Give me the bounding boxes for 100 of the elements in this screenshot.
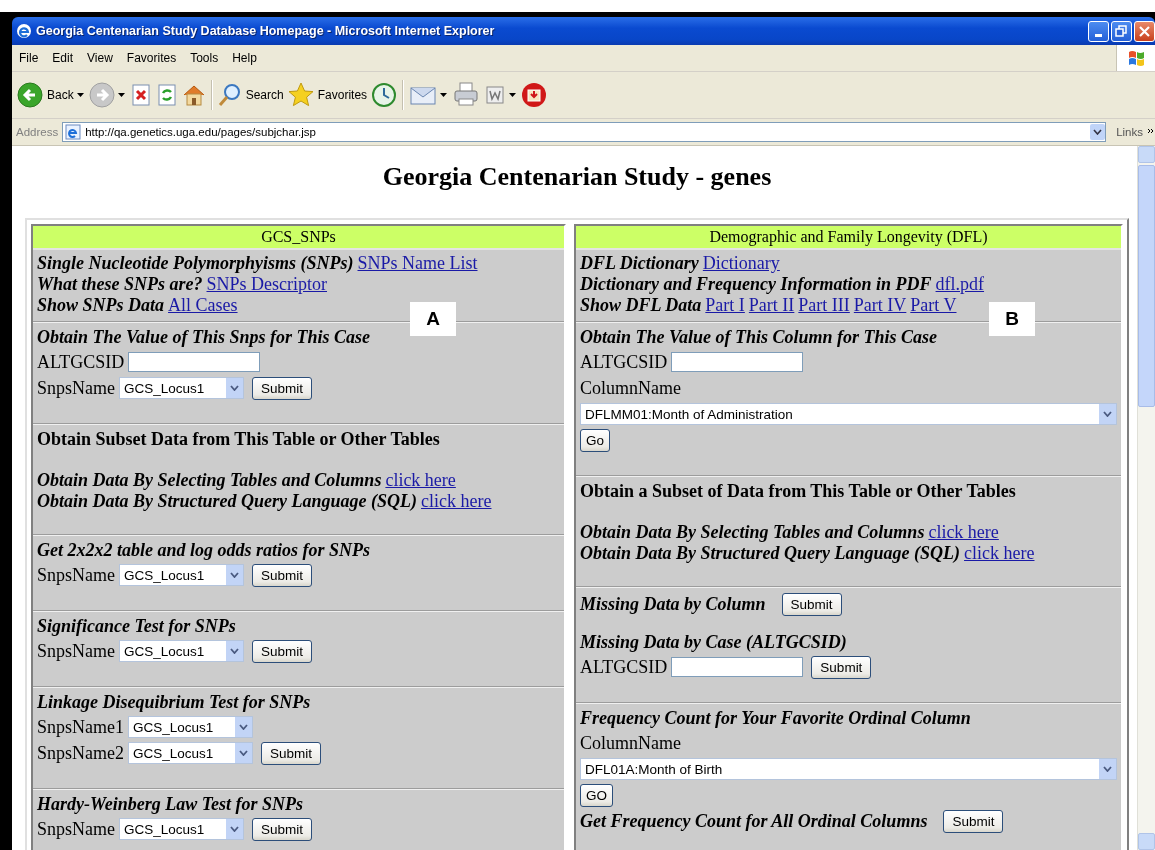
menu-item[interactable]: View <box>80 51 120 65</box>
address-field[interactable]: http://qa.genetics.uga.edu/pages/subjchar.jsp <box>62 122 1107 142</box>
page-e-icon <box>65 124 82 140</box>
input-field[interactable] <box>671 352 804 372</box>
link[interactable]: Part I <box>705 295 745 315</box>
link[interactable]: Part IV <box>853 295 907 315</box>
link[interactable]: dfl.pdf <box>935 274 985 294</box>
chevron-icon[interactable] <box>1147 128 1155 136</box>
menu-item[interactable]: Edit <box>45 51 81 65</box>
windows-flag-icon <box>1127 49 1145 67</box>
input-field[interactable] <box>128 352 261 372</box>
marker-label: B <box>989 302 1035 336</box>
page-title: Georgia Centenarian Study - genes <box>381 162 773 192</box>
panel-header: Demographic and Family Longevity (DFL) <box>576 226 1121 250</box>
submit-button[interactable]: Submit <box>252 639 313 663</box>
printer-icon <box>452 81 481 109</box>
info-line: DFL Dictionary Dictionary <box>580 253 781 274</box>
field-label: ALTGCSID <box>580 351 668 373</box>
menu-item[interactable]: Help <box>225 51 264 65</box>
link[interactable]: click here <box>964 543 1035 563</box>
dropdown[interactable]: GCS_Locus1 <box>119 377 244 399</box>
scrollbar[interactable] <box>1137 146 1155 850</box>
info-line: Dictionary and Frequency Information in PDF dfl.pdf <box>580 274 986 295</box>
section-heading: Obtain The Value of This Column for This Case <box>580 326 939 349</box>
field-label: ColumnName <box>580 732 681 754</box>
info-line: Show DFL Data Part I Part II Part III Part IV Part V <box>580 295 958 316</box>
submit-button[interactable]: Submit <box>252 376 313 400</box>
link[interactable]: All Cases <box>168 295 238 315</box>
info-line: Obtain Data By Selecting Tables and Columns click here <box>580 522 1000 543</box>
marker-label: A <box>410 302 456 336</box>
submit-button[interactable]: Submit <box>261 741 322 765</box>
close-button[interactable] <box>1134 20 1155 42</box>
info-line: Show SNPs Data All Cases <box>37 295 239 316</box>
section-heading: Hardy-Weinberg Law Test for SNPs <box>37 793 304 816</box>
dropdown[interactable]: DFLMM01:Month of Administration <box>580 403 1117 425</box>
dropdown[interactable]: DFL01A:Month of Birth <box>580 758 1117 780</box>
link[interactable]: Part III <box>798 295 850 315</box>
input-field[interactable] <box>671 657 804 677</box>
field-label: SnpsName <box>37 377 115 399</box>
link[interactable]: click here <box>385 470 456 490</box>
section-heading: Significance Test for SNPs <box>37 615 237 638</box>
restore-icon <box>1114 23 1129 39</box>
tray-icon <box>521 82 548 108</box>
info-line: Obtain Data By Structured Query Language (SQL) click here <box>580 543 1036 564</box>
dropdown[interactable]: GCS_Locus1 <box>119 640 244 662</box>
dropdown[interactable]: GCS_Locus1 <box>128 742 253 764</box>
dropdown-caret-icon[interactable] <box>76 93 84 97</box>
submit-button[interactable]: Submit <box>781 592 842 616</box>
dropdown[interactable]: GCS_Locus1 <box>128 716 253 738</box>
menu-item[interactable]: Tools <box>183 51 226 65</box>
submit-button[interactable]: Submit <box>252 563 313 587</box>
submit-button[interactable]: Go <box>580 428 610 452</box>
document-icon <box>484 84 507 106</box>
clock-icon <box>371 82 398 108</box>
window-title: Georgia Centenarian Study Database Homepage - Microsoft Internet Explorer <box>36 24 496 38</box>
info-line: Obtain Data By Selecting Tables and Columns click here <box>37 470 457 491</box>
submit-button[interactable]: Submit <box>943 809 1004 833</box>
field-label: ALTGCSID <box>580 656 668 678</box>
submit-button[interactable]: Submit <box>811 655 872 679</box>
menu-item[interactable]: File <box>12 51 46 65</box>
search-icon <box>217 83 242 107</box>
field-label: ALTGCSID <box>37 351 125 373</box>
info-line: Obtain Data By Structured Query Language (SQL) click here <box>37 491 493 512</box>
minimize-button[interactable] <box>1088 20 1109 42</box>
field-label: SnpsName1 <box>37 716 124 738</box>
section-heading: Get 2x2x2 table and log odds ratios for SNPs <box>37 539 372 562</box>
link[interactable]: click here <box>928 522 999 542</box>
search-button[interactable]: Search <box>215 81 286 109</box>
link[interactable]: Dictionary <box>702 253 780 273</box>
dropdown[interactable]: GCS_Locus1 <box>119 564 244 586</box>
star-icon <box>287 82 314 108</box>
links-button[interactable]: Links <box>1106 126 1147 138</box>
link[interactable]: Part V <box>910 295 957 315</box>
section-heading: Obtain The Value of This Snps for This Case <box>37 326 372 349</box>
link[interactable]: click here <box>421 491 492 511</box>
dropdown[interactable]: GCS_Locus1 <box>119 818 244 840</box>
link[interactable]: SNPs Descriptor <box>206 274 327 294</box>
close-icon <box>1137 23 1152 39</box>
back-button[interactable]: Back <box>15 80 76 110</box>
link[interactable]: Part II <box>748 295 795 315</box>
house-icon <box>181 83 206 107</box>
dropdown-caret-icon[interactable] <box>440 93 448 97</box>
menu-item[interactable]: Favorites <box>119 51 184 65</box>
arrow-left-icon <box>17 82 43 108</box>
submit-button[interactable]: Submit <box>252 817 313 841</box>
dropdown-caret-icon[interactable] <box>509 93 517 97</box>
section-title: Obtain a Subset of Data from This Table or Other Tables <box>580 480 1017 503</box>
field-label: ColumnName <box>580 377 681 399</box>
field-label: SnpsName <box>37 640 115 662</box>
browser-e-icon <box>16 23 32 39</box>
minimize-icon <box>1095 33 1102 37</box>
section-title: Obtain Subset Data from This Table or Other Tables <box>37 428 441 451</box>
dropdown-caret-icon[interactable] <box>117 93 125 97</box>
info-line: Single Nucleotide Polymorphyisms (SNPs) SNPs Name List <box>37 253 479 274</box>
link[interactable]: SNPs Name List <box>357 253 478 273</box>
restore-button[interactable] <box>1111 20 1132 42</box>
section-heading: Missing Data by Case (ALTGCSID) <box>580 631 848 654</box>
submit-button[interactable]: GO <box>580 783 613 807</box>
field-label: SnpsName2 <box>37 742 124 764</box>
favorites-button[interactable]: Favorites <box>285 80 370 110</box>
